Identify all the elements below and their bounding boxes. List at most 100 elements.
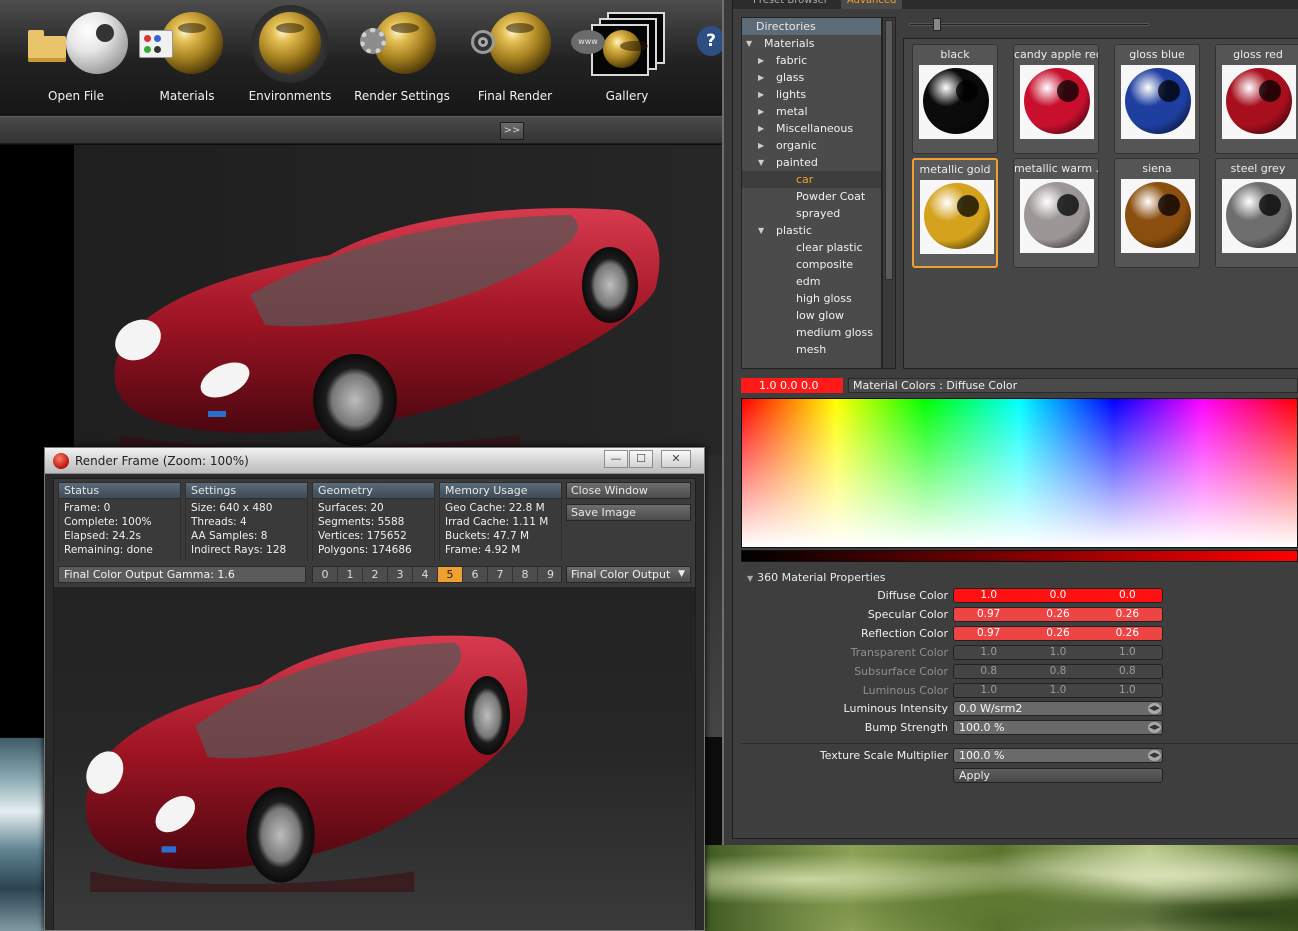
spinner-icon[interactable]: ◀▶ bbox=[1148, 703, 1161, 714]
tree-item-metal[interactable]: ▶ metal bbox=[742, 103, 881, 120]
final-render-button[interactable]: Final Render bbox=[459, 0, 571, 116]
color-channel-value[interactable]: 0.26 bbox=[1023, 608, 1092, 621]
output-select[interactable]: Final Color Output ▼ bbox=[566, 566, 691, 583]
tree-item-car[interactable]: car bbox=[742, 171, 881, 188]
color-channel-value[interactable]: 1.0 bbox=[954, 589, 1023, 602]
tree-item-materials[interactable]: ▼ Materials bbox=[742, 35, 881, 52]
render-settings-button[interactable]: Render Settings bbox=[346, 0, 458, 116]
collapsed-arrow-icon[interactable]: ▶ bbox=[758, 103, 764, 120]
color-channel-value[interactable]: 0.8 bbox=[1093, 665, 1162, 678]
tree-item-edm[interactable]: edm bbox=[742, 273, 881, 290]
thumbnail-size-slider[interactable] bbox=[903, 17, 1155, 33]
maximize-icon[interactable]: ☐ bbox=[629, 450, 653, 468]
tree-item-organic[interactable]: ▶ organic bbox=[742, 137, 881, 154]
buffer-button[interactable]: 8 bbox=[513, 567, 538, 582]
diffuse-color-field[interactable]: 1.0 0.0 0.0 bbox=[953, 588, 1163, 603]
environments-button[interactable]: Environments bbox=[234, 0, 346, 116]
directory-scrollbar[interactable] bbox=[882, 17, 896, 369]
luminous-color-field[interactable]: 1.0 1.0 1.0 bbox=[953, 683, 1163, 698]
specular-color-field[interactable]: 0.97 0.26 0.26 bbox=[953, 607, 1163, 622]
materials-button[interactable]: Materials bbox=[131, 0, 243, 116]
bump-strength-field[interactable]: 100.0 % ◀▶ bbox=[953, 720, 1163, 735]
render-window-titlebar[interactable]: Render Frame (Zoom: 100%) — ☐ ✕ bbox=[45, 448, 704, 474]
buffer-button[interactable]: 4 bbox=[413, 567, 438, 582]
expanded-arrow-icon[interactable]: ▼ bbox=[758, 222, 764, 239]
tree-item-mesh[interactable]: mesh bbox=[742, 341, 881, 358]
close-window-button[interactable]: Close Window bbox=[566, 482, 691, 499]
color-channel-value[interactable]: 0.97 bbox=[954, 608, 1023, 621]
tree-item-sprayed[interactable]: sprayed bbox=[742, 205, 881, 222]
tree-item-fabric[interactable]: ▶ fabric bbox=[742, 52, 881, 69]
preset-gloss-red[interactable]: gloss red bbox=[1215, 44, 1298, 154]
texture-scale-field[interactable]: 100.0 % ◀▶ bbox=[953, 748, 1163, 763]
preset-gloss-blue[interactable]: gloss blue bbox=[1114, 44, 1200, 154]
color-channel-value[interactable]: 1.0 bbox=[1093, 684, 1162, 697]
help-button[interactable]: ? bbox=[697, 26, 725, 56]
buffer-button[interactable]: 7 bbox=[488, 567, 513, 582]
expanded-arrow-icon[interactable]: ▼ bbox=[758, 154, 764, 171]
color-picker-spectrum[interactable] bbox=[741, 398, 1298, 548]
properties-heading[interactable]: ▼ 360 Material Properties bbox=[747, 571, 885, 584]
tab-advanced[interactable]: Advanced bbox=[841, 0, 903, 9]
preset-metallic-warm[interactable]: metallic warm ... bbox=[1013, 158, 1099, 268]
tree-item-painted[interactable]: ▼ painted bbox=[742, 154, 881, 171]
subsurface-color-field[interactable]: 0.8 0.8 0.8 bbox=[953, 664, 1163, 679]
save-image-button[interactable]: Save Image bbox=[566, 504, 691, 521]
preset-black[interactable]: black bbox=[912, 44, 998, 154]
color-channel-value[interactable]: 1.0 bbox=[1093, 646, 1162, 659]
preset-candy-apple-red[interactable]: candy apple red bbox=[1013, 44, 1099, 154]
tree-item-miscellaneous[interactable]: ▶ Miscellaneous bbox=[742, 120, 881, 137]
color-channel-value[interactable]: 1.0 bbox=[954, 646, 1023, 659]
preset-steel-grey[interactable]: steel grey bbox=[1215, 158, 1298, 268]
scrollbar-thumb[interactable] bbox=[885, 20, 893, 280]
tree-item-plastic[interactable]: ▼ plastic bbox=[742, 222, 881, 239]
tab-preset-browser[interactable]: Preset Browser bbox=[747, 0, 834, 9]
color-channel-value[interactable]: 1.0 bbox=[1023, 684, 1092, 697]
buffer-button-active[interactable]: 5 bbox=[438, 567, 463, 582]
gallery-button[interactable]: www Gallery bbox=[571, 0, 683, 116]
slider-knob[interactable] bbox=[933, 18, 941, 31]
color-channel-value[interactable]: 0.8 bbox=[1023, 665, 1092, 678]
minimize-icon[interactable]: — bbox=[604, 450, 628, 468]
reflection-color-field[interactable]: 0.97 0.26 0.26 bbox=[953, 626, 1163, 641]
collapsed-arrow-icon[interactable]: ▶ bbox=[758, 69, 764, 86]
preset-siena[interactable]: siena bbox=[1114, 158, 1200, 268]
buffer-button[interactable]: 1 bbox=[338, 567, 363, 582]
buffer-button[interactable]: 3 bbox=[388, 567, 413, 582]
color-value-strip[interactable] bbox=[741, 550, 1298, 562]
spinner-icon[interactable]: ◀▶ bbox=[1148, 750, 1161, 761]
tree-item-lights[interactable]: ▶ lights bbox=[742, 86, 881, 103]
tree-item-composite[interactable]: composite bbox=[742, 256, 881, 273]
gamma-field[interactable]: Final Color Output Gamma: 1.6 bbox=[58, 566, 306, 583]
color-channel-value[interactable]: 0.26 bbox=[1093, 608, 1162, 621]
tree-item-high-gloss[interactable]: high gloss bbox=[742, 290, 881, 307]
color-channel-value[interactable]: 0.26 bbox=[1023, 627, 1092, 640]
tree-item-medium-gloss[interactable]: medium gloss bbox=[742, 324, 881, 341]
preset-metallic-gold[interactable]: metallic gold bbox=[912, 158, 998, 268]
collapsed-arrow-icon[interactable]: ▶ bbox=[758, 86, 764, 103]
color-channel-value[interactable]: 0.8 bbox=[954, 665, 1023, 678]
luminous-intensity-field[interactable]: 0.0 W/srm2 ◀▶ bbox=[953, 701, 1163, 716]
tree-item-clear-plastic[interactable]: clear plastic bbox=[742, 239, 881, 256]
color-channel-value[interactable]: 1.0 bbox=[1023, 646, 1092, 659]
color-channel-value[interactable]: 0.97 bbox=[954, 627, 1023, 640]
apply-button[interactable]: Apply bbox=[953, 768, 1163, 783]
expand-button[interactable]: >> bbox=[500, 122, 524, 140]
color-channel-value[interactable]: 0.26 bbox=[1093, 627, 1162, 640]
buffer-button[interactable]: 6 bbox=[463, 567, 488, 582]
tree-item-glass[interactable]: ▶ glass bbox=[742, 69, 881, 86]
color-channel-value[interactable]: 0.0 bbox=[1023, 589, 1092, 602]
color-channel-value[interactable]: 1.0 bbox=[954, 684, 1023, 697]
collapsed-arrow-icon[interactable]: ▶ bbox=[758, 52, 764, 69]
collapsed-arrow-icon[interactable]: ▶ bbox=[758, 120, 764, 137]
tree-item-low-glow[interactable]: low glow bbox=[742, 307, 881, 324]
open-file-button[interactable]: Open File bbox=[20, 0, 132, 116]
buffer-button[interactable]: 2 bbox=[363, 567, 388, 582]
collapsed-arrow-icon[interactable]: ▶ bbox=[758, 137, 764, 154]
expanded-arrow-icon[interactable]: ▼ bbox=[746, 35, 752, 52]
tree-item-powder-coat[interactable]: Powder Coat bbox=[742, 188, 881, 205]
transparent-color-field[interactable]: 1.0 1.0 1.0 bbox=[953, 645, 1163, 660]
spinner-icon[interactable]: ◀▶ bbox=[1148, 722, 1161, 733]
close-icon[interactable]: ✕ bbox=[661, 450, 691, 468]
buffer-button[interactable]: 9 bbox=[538, 567, 563, 582]
